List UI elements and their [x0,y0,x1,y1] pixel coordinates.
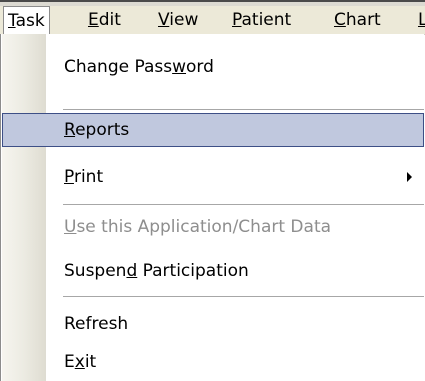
menu-item-exit[interactable]: Exit [2,345,424,379]
menu-view-rest: iew [169,10,199,30]
menu-item-change-password-label: Change Password [64,50,214,84]
menu-task-accel: T [8,11,16,31]
menu-item-reports[interactable]: Reports [2,113,424,147]
menu-separator [63,296,424,297]
label-part: Participation [137,261,249,281]
label-accel: R [64,120,76,140]
label-part: Change Pass [64,57,173,77]
menu-edit-rest: dit [98,10,121,30]
label-accel: U [64,217,77,237]
task-dropdown-menu: Change Password Reports Print Use this A… [0,34,424,381]
menu-edit[interactable]: Edit [88,6,121,34]
menu-item-refresh[interactable]: Refresh [2,307,424,341]
menu-patient[interactable]: Patient [232,6,291,34]
menu-l[interactable]: L [418,6,425,34]
menu-item-suspend-participation[interactable]: Suspend Participation [2,254,424,288]
label-accel: w [172,57,187,77]
menu-item-use-application-chart-data: Use this Application/Chart Data [2,210,424,244]
menu-item-change-password[interactable]: Change Password [2,50,424,84]
menu-task[interactable]: Task [3,6,50,35]
label-accel: x [74,352,85,372]
label-part: se this Application/Chart Data [76,217,332,237]
label-part: it [84,352,97,372]
label-part: rint [73,167,104,187]
label-part: ord [186,57,214,77]
menu-l-accel: L [418,10,425,30]
menu-bar: Task Edit View Patient Chart L [0,6,425,35]
menu-item-reports-label: Reports [64,113,129,147]
menu-separator [63,204,424,205]
menu-chart[interactable]: Chart [334,6,381,34]
menu-item-refresh-label: Refresh [64,307,128,341]
label-part: Refresh [64,314,129,334]
menu-edit-accel: E [88,10,99,30]
menu-view[interactable]: View [158,6,198,34]
menu-chart-rest: hart [345,10,381,30]
submenu-arrow-icon [407,172,412,182]
label-part: eports [75,120,130,140]
menu-patient-accel: P [232,10,242,30]
menu-patient-rest: atient [241,10,292,30]
label-part: E [64,352,75,372]
menu-item-print[interactable]: Print [2,160,424,194]
label-accel: d [126,261,138,281]
label-part: Suspen [64,261,127,281]
menu-chart-accel: C [334,10,346,30]
menu-item-use-application-chart-data-label: Use this Application/Chart Data [64,210,331,244]
label-accel: P [64,167,74,187]
menu-item-print-label: Print [64,160,103,194]
menu-item-suspend-participation-label: Suspend Participation [64,254,249,288]
menu-view-accel: V [158,10,170,30]
menu-separator [63,109,424,110]
menu-task-rest: ask [15,11,45,31]
menu-item-exit-label: Exit [64,345,96,379]
